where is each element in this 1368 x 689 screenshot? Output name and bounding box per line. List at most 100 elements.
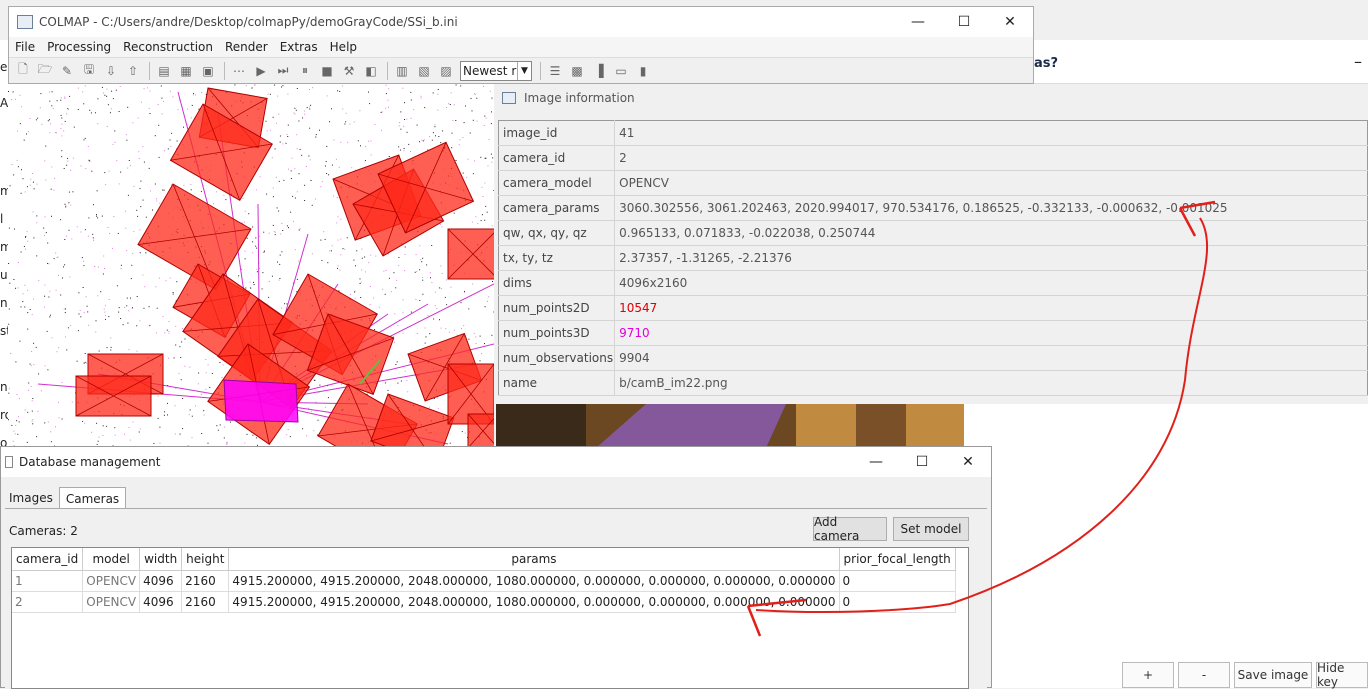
colmap-titlebar[interactable]: COLMAP - C:/Users/andre/Desktop/colmapPy… bbox=[9, 7, 1033, 37]
table-cell-camera-id[interactable]: 1 bbox=[12, 570, 83, 591]
point-cloud-point bbox=[168, 148, 169, 149]
menu-render[interactable]: Render bbox=[225, 40, 268, 54]
set-model-button[interactable]: Set model bbox=[893, 517, 969, 541]
point-cloud-point bbox=[117, 285, 118, 286]
log-icon[interactable]: ▨ bbox=[438, 63, 454, 79]
point-cloud-point bbox=[296, 110, 297, 111]
point-cloud-point bbox=[97, 98, 98, 99]
column-header-params[interactable]: params bbox=[229, 548, 839, 570]
play-icon[interactable]: ▶ bbox=[253, 63, 269, 79]
database-icon[interactable]: ▣ bbox=[200, 63, 216, 79]
reconstruction-options-icon[interactable]: ⋯ bbox=[231, 63, 247, 79]
tab-images[interactable]: Images bbox=[3, 487, 59, 509]
reset-icon[interactable]: ■ bbox=[319, 63, 335, 79]
grid-icon[interactable]: ▩ bbox=[569, 63, 585, 79]
tab-cameras[interactable]: Cameras bbox=[59, 487, 126, 509]
table-cell-prior-focal-length[interactable]: 0 bbox=[839, 570, 955, 591]
maximize-button[interactable]: ☐ bbox=[941, 7, 987, 37]
column-header-height[interactable]: height bbox=[182, 548, 229, 570]
table-cell-model[interactable]: OPENCV bbox=[83, 570, 140, 591]
point-cloud-point bbox=[476, 343, 477, 344]
point-cloud-point bbox=[61, 97, 62, 98]
save-project-icon[interactable]: 🖫 bbox=[81, 63, 97, 79]
step-icon[interactable]: ⏭ bbox=[275, 63, 291, 79]
table-cell-model[interactable]: OPENCV bbox=[83, 591, 140, 612]
point-cloud-point bbox=[281, 223, 282, 224]
film-icon[interactable]: ▮ bbox=[635, 63, 651, 79]
point-cloud-point bbox=[201, 92, 202, 93]
point-cloud-point bbox=[107, 89, 108, 90]
column-header-width[interactable]: width bbox=[140, 548, 182, 570]
point-cloud-point bbox=[15, 99, 16, 100]
feature-extraction-icon[interactable]: ▤ bbox=[156, 63, 172, 79]
edit-project-icon[interactable]: ✎ bbox=[59, 63, 75, 79]
zoom-in-button[interactable]: + bbox=[1122, 662, 1174, 688]
menu-processing[interactable]: Processing bbox=[47, 40, 111, 54]
point-cloud-point bbox=[370, 140, 371, 141]
camera-frustum bbox=[468, 414, 494, 448]
table-row[interactable]: 2OPENCV409621604915.200000, 4915.200000,… bbox=[12, 591, 955, 612]
point-cloud-point bbox=[477, 121, 478, 122]
screenshot-icon[interactable]: ▭ bbox=[613, 63, 629, 79]
bundle-adjustment-icon[interactable]: ⚒ bbox=[341, 63, 357, 79]
menu-extras[interactable]: Extras bbox=[280, 40, 318, 54]
column-header-model[interactable]: model bbox=[83, 548, 140, 570]
point-cloud-point bbox=[473, 120, 474, 121]
import-icon[interactable]: ⇩ bbox=[103, 63, 119, 79]
open-project-icon[interactable]: 🗁 bbox=[37, 63, 53, 79]
reconstruction-3d-view[interactable] bbox=[8, 84, 494, 448]
point-cloud-point bbox=[422, 294, 423, 295]
feature-matching-icon[interactable]: ▦ bbox=[178, 63, 194, 79]
chevron-down-icon[interactable]: ▼ bbox=[517, 62, 531, 80]
point-cloud-point bbox=[149, 91, 150, 92]
database-management-titlebar[interactable]: Database management — ☐ ✕ bbox=[1, 447, 991, 477]
match-matrix-icon[interactable]: ▧ bbox=[416, 63, 432, 79]
table-cell-camera-id[interactable]: 2 bbox=[12, 591, 83, 612]
list-icon[interactable]: ☰ bbox=[547, 63, 563, 79]
image-information-titlebar[interactable]: Image information bbox=[494, 84, 1368, 112]
point-cloud-point bbox=[430, 272, 431, 273]
menu-help[interactable]: Help bbox=[330, 40, 357, 54]
close-button[interactable]: ✕ bbox=[987, 7, 1033, 37]
point-cloud-point bbox=[119, 111, 120, 112]
table-row[interactable]: 1OPENCV409621604915.200000, 4915.200000,… bbox=[12, 570, 955, 591]
point-cloud-point bbox=[110, 112, 111, 113]
table-cell-height[interactable]: 2160 bbox=[182, 570, 229, 591]
point-cloud-point bbox=[386, 93, 387, 94]
zoom-out-button[interactable]: - bbox=[1178, 662, 1230, 688]
maximize-button[interactable]: ☐ bbox=[899, 447, 945, 477]
close-button[interactable]: ✕ bbox=[945, 447, 991, 477]
point-cloud-point bbox=[329, 121, 330, 122]
point-cloud-point bbox=[461, 328, 462, 329]
minimize-button[interactable]: — bbox=[895, 7, 941, 37]
pause-icon[interactable]: ⏸ bbox=[297, 63, 313, 79]
export-icon[interactable]: ⇧ bbox=[125, 63, 141, 79]
point-cloud-point bbox=[97, 123, 98, 124]
point-cloud-point bbox=[424, 139, 425, 140]
reconstruction-stats-icon[interactable]: ▥ bbox=[394, 63, 410, 79]
point-cloud-point bbox=[375, 124, 376, 125]
background-minimize-button[interactable]: – bbox=[1354, 52, 1362, 71]
hide-keypoints-button[interactable]: Hide key bbox=[1316, 662, 1368, 688]
column-header-camera-id[interactable]: camera_id bbox=[12, 548, 83, 570]
add-camera-button[interactable]: Add camera bbox=[813, 517, 887, 541]
menu-file[interactable]: File bbox=[15, 40, 35, 54]
point-cloud-point bbox=[420, 259, 421, 260]
table-cell-params[interactable]: 4915.200000, 4915.200000, 2048.000000, 1… bbox=[229, 570, 839, 591]
save-image-button[interactable]: Save image bbox=[1234, 662, 1312, 688]
menu-reconstruction[interactable]: Reconstruction bbox=[123, 40, 213, 54]
table-cell-prior-focal-length[interactable]: 0 bbox=[839, 591, 955, 612]
point-cloud-point bbox=[417, 125, 418, 126]
reconstruction-selector[interactable]: Newest r ▼ bbox=[460, 61, 532, 81]
bar-chart-icon[interactable]: ▐ bbox=[591, 63, 607, 79]
column-header-prior-focal-length[interactable]: prior_focal_length bbox=[839, 548, 955, 570]
new-project-icon[interactable]: 🗋 bbox=[15, 63, 31, 79]
table-cell-width[interactable]: 4096 bbox=[140, 570, 182, 591]
render-options-icon[interactable]: ◧ bbox=[363, 63, 379, 79]
table-cell-params[interactable]: 4915.200000, 4915.200000, 2048.000000, 1… bbox=[229, 591, 839, 612]
point-cloud-point bbox=[167, 330, 168, 331]
point-cloud-point bbox=[463, 137, 464, 138]
minimize-button[interactable]: — bbox=[853, 447, 899, 477]
table-cell-height[interactable]: 2160 bbox=[182, 591, 229, 612]
table-cell-width[interactable]: 4096 bbox=[140, 591, 182, 612]
